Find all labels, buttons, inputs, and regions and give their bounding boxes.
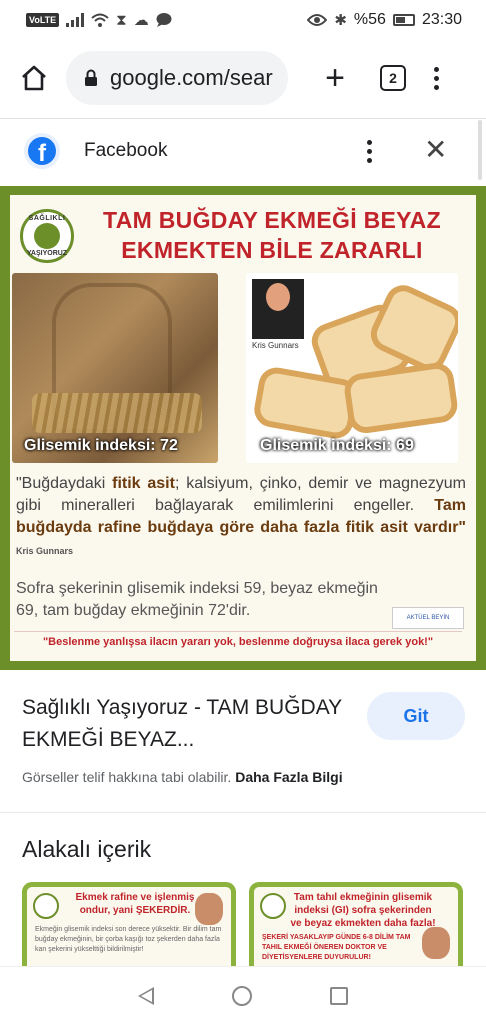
system-nav-bar (0, 966, 486, 1024)
more-vert-icon (367, 140, 372, 145)
recent-apps-icon[interactable] (330, 986, 348, 1005)
whole-wheat-bread-photo: Glisemik indeksi: 72 (12, 273, 218, 463)
browser-menu-button[interactable] (434, 66, 439, 90)
visit-button[interactable]: Git (367, 692, 465, 740)
cloud-icon: ☁ (133, 12, 149, 29)
battery-icon (392, 14, 415, 26)
small-brand-logo: AKTÜEL BEYİN (392, 607, 464, 629)
clock: 23:30 (421, 11, 462, 28)
preview-image[interactable]: SAĞLIKLI YAŞIYORUZ TAM BUĞDAY EKMEĞİ BEY… (0, 186, 486, 670)
quote-author: Kris Gunnars (16, 546, 74, 556)
thumb-person-photo (422, 927, 450, 959)
home-circle-icon[interactable] (232, 985, 252, 1006)
home-icon (22, 65, 46, 91)
back-icon[interactable] (138, 986, 154, 1005)
more-vert-icon (434, 66, 439, 72)
glycemic-summary-text: Sofra şekerinin glisemik indeksi 59, bey… (16, 580, 378, 619)
tab-switcher-button[interactable]: 2 (380, 65, 406, 91)
facebook-logo-icon: f (24, 133, 60, 169)
tab-count: 2 (389, 70, 397, 86)
panel-source-title[interactable]: Facebook (84, 140, 167, 162)
result-title[interactable]: Sağlıklı Yaşıyoruz - TAM BUĞDAY EKMEĞİ B… (22, 692, 342, 756)
browser-toolbar: google.com/sear + 2 (0, 40, 486, 116)
related-item-heading: Tam tahıl ekmeğinin glisemik indeksi (GI… (290, 892, 436, 929)
gi-label-right: Glisemik indeksi: 69 (260, 437, 414, 454)
thumb-logo (260, 893, 286, 919)
copyright-notice: Görseller telif hakkına tabi olabilir. D… (22, 769, 343, 785)
preview-image-content: SAĞLIKLI YAŞIYORUZ TAM BUĞDAY EKMEĞİ BEY… (10, 195, 476, 661)
home-button[interactable] (16, 60, 52, 96)
white-bread-photo: Kris Gunnars Glisemik indeksi: 69 (246, 273, 458, 463)
bottom-quote: "Beslenme yanlışsa ilacın yararı yok, be… (14, 631, 462, 648)
panel-more-button[interactable] (367, 140, 372, 163)
related-item-heading: Ekmek rafine ve işlenmiş ondur, yani ŞEK… (75, 892, 195, 916)
related-item[interactable]: Tam tahıl ekmeğinin glisemik indeksi (GI… (249, 882, 463, 966)
related-item-body: Ekmeğin glisemik indeksi son derece yüks… (35, 926, 222, 953)
kris-gunnars-photo (252, 279, 304, 339)
signal-icon (66, 13, 85, 27)
status-bar-left: VoLTE ⧗ ☁ (26, 11, 172, 29)
person-caption: Kris Gunnars (252, 341, 299, 350)
gi-label-left: Glisemik indeksi: 72 (24, 437, 178, 454)
chat-icon (156, 13, 172, 27)
toolbar-divider (0, 118, 486, 119)
close-icon[interactable]: ✕ (424, 136, 447, 164)
related-item-body: ŞEKERİ YASAKLAYIP GÜNDE 6-8 DİLİM TAM TA… (262, 934, 411, 961)
bluetooth-icon: ✱ (334, 12, 347, 29)
more-info-link[interactable]: Daha Fazla Bilgi (235, 769, 342, 785)
eye-icon (307, 14, 328, 26)
section-divider (0, 812, 486, 813)
status-bar-right: ✱ %56 23:30 (307, 11, 462, 29)
image-headline: TAM BUĞDAY EKMEĞİ BEYAZ EKMEKTEN BİLE ZA… (103, 207, 441, 263)
wifi-icon (91, 13, 109, 27)
hourglass-icon: ⧗ (116, 11, 127, 29)
image-panel-header: f Facebook ✕ (0, 120, 486, 182)
thumb-logo (33, 893, 59, 919)
url-field[interactable]: google.com/sear (66, 51, 288, 105)
volte-icon: VoLTE (26, 13, 60, 27)
related-section-title: Alakalı içerik (22, 836, 152, 862)
lock-icon (85, 69, 97, 86)
plus-icon: + (325, 59, 345, 97)
battery-percent: %56 (353, 11, 386, 28)
scrollbar[interactable] (478, 120, 482, 180)
related-item[interactable]: Ekmek rafine ve işlenmiş ondur, yani ŞEK… (22, 882, 236, 966)
status-bar: VoLTE ⧗ ☁ ✱ %56 23:30 (0, 0, 486, 40)
new-tab-button[interactable]: + (320, 61, 350, 95)
saglikli-yasiyoruz-logo: SAĞLIKLI YAŞIYORUZ (20, 209, 74, 263)
quote-text: "Buğdaydaki fitik asit; kalsiyum, çinko,… (16, 475, 467, 556)
url-text: google.com/sear (110, 65, 273, 90)
